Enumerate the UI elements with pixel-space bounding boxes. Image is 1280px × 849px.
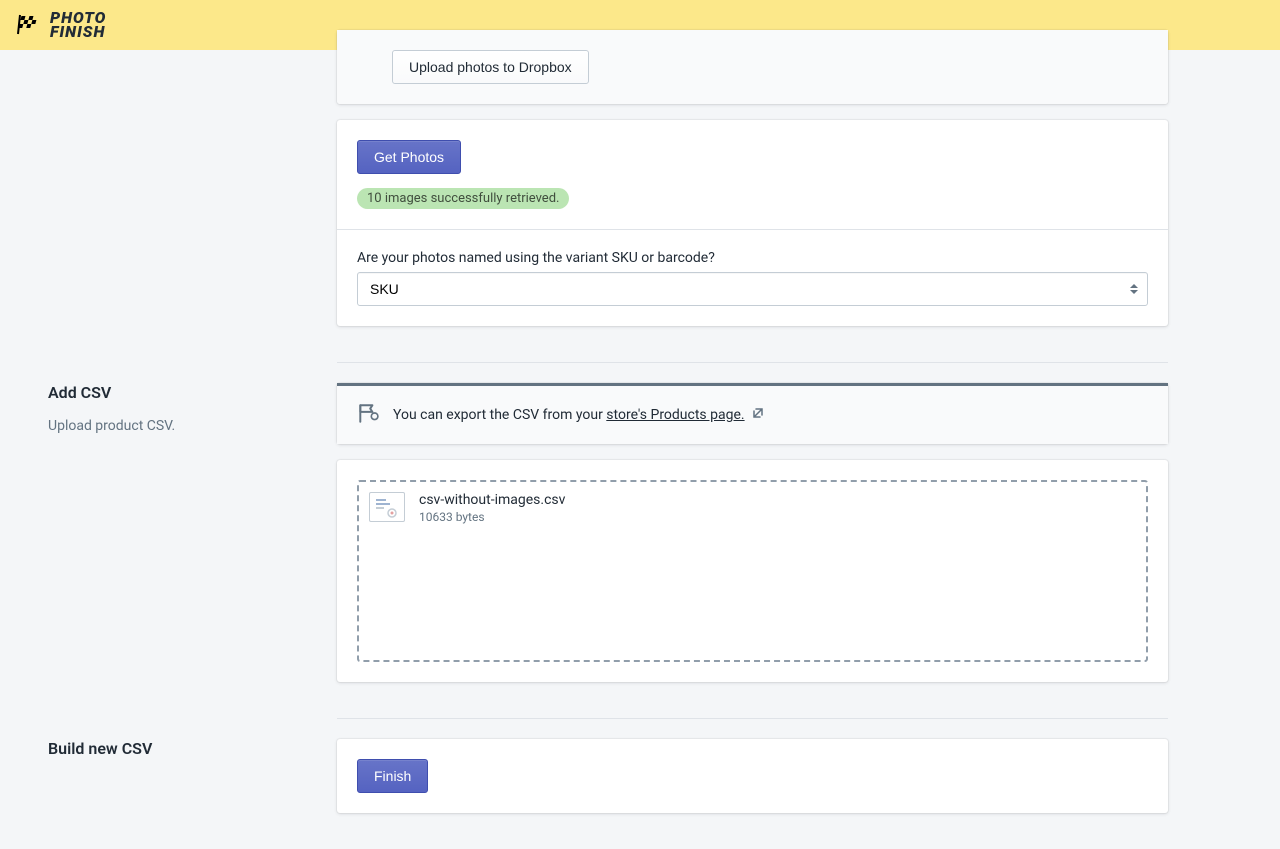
csv-section-description: Upload product CSV. (48, 418, 317, 434)
logo-flag-icon (16, 14, 44, 36)
file-name: csv-without-images.csv (419, 492, 565, 508)
csv-section-title: Add CSV (48, 383, 317, 402)
file-thumbnail-icon (369, 492, 405, 522)
csv-dropzone[interactable]: csv-without-images.csv 10633 bytes (357, 480, 1148, 662)
banner-text: You can export the CSV from your store's… (393, 407, 764, 423)
finish-button[interactable]: Finish (357, 759, 428, 793)
naming-question-label: Are your photos named using the variant … (357, 250, 1148, 266)
get-photos-button[interactable]: Get Photos (357, 140, 461, 174)
external-link-icon (752, 407, 764, 423)
build-section-title: Build new CSV (48, 739, 317, 758)
flag-icon (357, 402, 379, 428)
products-page-link[interactable]: store's Products page. (606, 407, 744, 423)
status-badge: 10 images successfully retrieved. (357, 188, 569, 209)
uploaded-file-item: csv-without-images.csv 10633 bytes (369, 492, 1136, 524)
file-size: 10633 bytes (419, 510, 565, 524)
csv-export-banner: You can export the CSV from your store's… (337, 383, 1168, 444)
logo-text-line2: FINISH (50, 25, 106, 39)
naming-select[interactable]: SKU (357, 272, 1148, 306)
logo: PHOTO FINISH (16, 11, 106, 40)
upload-dropbox-button[interactable]: Upload photos to Dropbox (392, 50, 589, 84)
